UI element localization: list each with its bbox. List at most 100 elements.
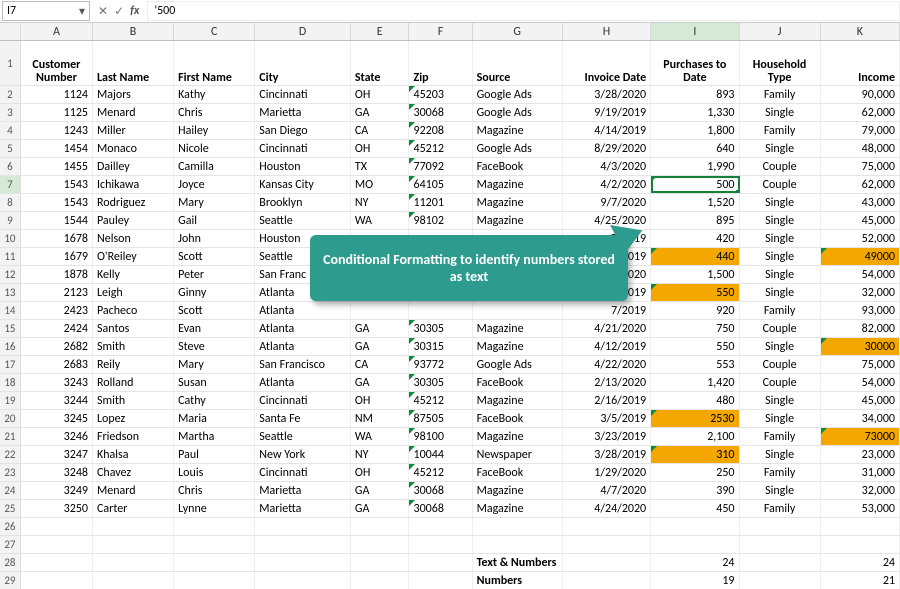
cell-G17[interactable]: Google Ads [473,356,563,373]
cell-A25[interactable]: 3250 [21,500,93,517]
cell-E24[interactable]: GA [351,482,410,499]
cell-E9[interactable]: WA [351,212,410,229]
cell-E4[interactable]: CA [351,122,410,139]
col-header-B[interactable]: B [93,23,174,40]
row-number[interactable]: 24 [0,482,21,499]
cell-K5[interactable]: 48,000 [821,140,900,157]
cell-A19[interactable]: 3244 [21,392,93,409]
hdr-last-name[interactable]: Last Name [93,41,174,85]
cell-A27[interactable] [21,536,93,553]
cell-C15[interactable]: Evan [174,320,255,337]
cell-E15[interactable]: GA [351,320,410,337]
row-number[interactable]: 28 [0,554,21,571]
cell-B11[interactable]: O'Reiley [93,248,174,265]
cell-F21[interactable]: 98100 [409,428,472,445]
hdr-purchases[interactable]: Purchases to Date [651,41,739,85]
cell-C10[interactable]: John [174,230,255,247]
cell-D9[interactable]: Seattle [255,212,351,229]
cell-E28[interactable] [351,554,410,571]
cell-K21[interactable]: 73000 [821,428,900,445]
row-number[interactable]: 11 [0,248,21,265]
row-number[interactable]: 7 [0,176,21,193]
hdr-state[interactable]: State [351,41,410,85]
cell-H19[interactable]: 2/16/2019 [563,392,651,409]
cell-A7[interactable]: 1543 [21,176,93,193]
row-number[interactable]: 6 [0,158,21,175]
cell-F25[interactable]: 30068 [409,500,472,517]
hdr-customer-number[interactable]: Customer Number [21,41,93,85]
cell-C18[interactable]: Susan [174,374,255,391]
cell-I10[interactable]: 420 [651,230,739,247]
cell-B5[interactable]: Monaco [93,140,174,157]
cell-C20[interactable]: Maria [174,410,255,427]
cell-D8[interactable]: Brooklyn [255,194,351,211]
cell-D2[interactable]: Cincinnati [255,86,351,103]
row-number[interactable]: 4 [0,122,21,139]
cell-A26[interactable] [21,518,93,535]
cell-K27[interactable] [821,536,900,553]
cancel-icon[interactable]: ✕ [98,4,108,19]
cell-F18[interactable]: 30305 [409,374,472,391]
cell-B7[interactable]: Ichikawa [93,176,174,193]
cell-C26[interactable] [174,518,255,535]
cell-B18[interactable]: Rolland [93,374,174,391]
cell-I26[interactable] [651,518,739,535]
cell-A21[interactable]: 3246 [21,428,93,445]
cell-A6[interactable]: 1455 [21,158,93,175]
cell-D25[interactable]: Marietta [255,500,351,517]
cell-J19[interactable]: Single [740,392,821,409]
cell-C12[interactable]: Peter [174,266,255,283]
cell-C23[interactable]: Louis [174,464,255,481]
cell-G16[interactable]: Magazine [473,338,563,355]
cell-I2[interactable]: 893 [651,86,739,103]
cell-J4[interactable]: Family [740,122,821,139]
cell-E5[interactable]: OH [351,140,410,157]
cell-K20[interactable]: 34,000 [821,410,900,427]
col-header-A[interactable]: A [21,23,93,40]
cell-J14[interactable]: Family [740,302,821,319]
hdr-zip[interactable]: Zip [409,41,472,85]
cell-K10[interactable]: 52,000 [821,230,900,247]
hdr-invoice-date[interactable]: Invoice Date [563,41,651,85]
cell-B20[interactable]: Lopez [93,410,174,427]
col-header-J[interactable]: J [740,23,821,40]
cell-A10[interactable]: 1678 [21,230,93,247]
cell-A22[interactable]: 3247 [21,446,93,463]
cell-J2[interactable]: Family [740,86,821,103]
cell-D14[interactable]: Atlanta [255,302,351,319]
cell-J24[interactable]: Single [740,482,821,499]
cell-G6[interactable]: FaceBook [473,158,563,175]
cell-D15[interactable]: Atlanta [255,320,351,337]
cell-C3[interactable]: Chris [174,104,255,121]
cell-C22[interactable]: Paul [174,446,255,463]
hdr-city[interactable]: City [255,41,351,85]
cell-I11[interactable]: 440 [651,248,739,265]
cell-I6[interactable]: 1,990 [651,158,739,175]
cell-D26[interactable] [255,518,351,535]
cell-D17[interactable]: San Francisco [255,356,351,373]
cell-B28[interactable] [93,554,174,571]
cell-I25[interactable]: 450 [651,500,739,517]
cell-E14[interactable] [351,302,410,319]
cell-E3[interactable]: GA [351,104,410,121]
cell-I29[interactable]: 19 [651,572,739,589]
cell-I13[interactable]: 550 [651,284,739,301]
cell-I16[interactable]: 550 [651,338,739,355]
cell-J29[interactable] [740,572,821,589]
fill-handle[interactable] [736,190,740,193]
cell-H6[interactable]: 4/3/2020 [563,158,651,175]
cell-G7[interactable]: Magazine [473,176,563,193]
cell-D22[interactable]: New York [255,446,351,463]
row-number[interactable]: 21 [0,428,21,445]
row-number[interactable]: 19 [0,392,21,409]
cell-F26[interactable] [409,518,472,535]
cell-G29[interactable]: Numbers [473,572,563,589]
cell-D29[interactable] [255,572,351,589]
cell-B22[interactable]: Khalsa [93,446,174,463]
formula-input[interactable]: '500 [147,1,900,21]
cell-A3[interactable]: 1125 [21,104,93,121]
cell-D23[interactable]: Cincinnati [255,464,351,481]
cell-K23[interactable]: 31,000 [821,464,900,481]
cell-G27[interactable] [473,536,563,553]
cell-C28[interactable] [174,554,255,571]
